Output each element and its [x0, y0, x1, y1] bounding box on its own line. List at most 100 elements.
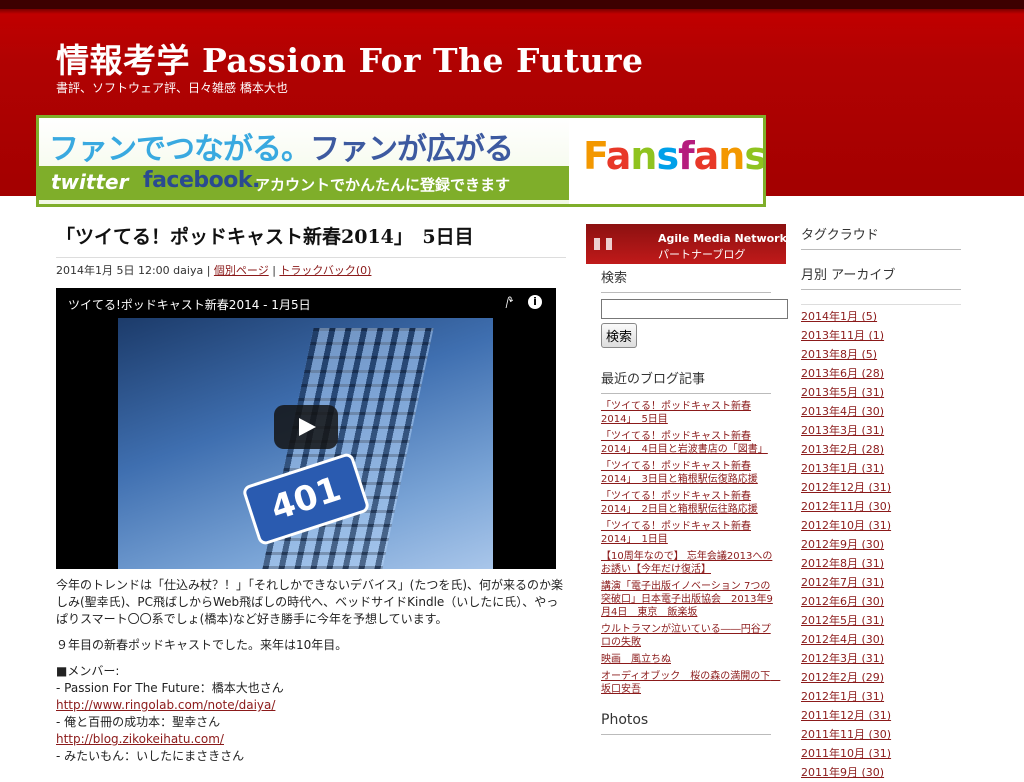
sidebar-primary: Agile Media Network パートナーブログ 検索 検索 最近のブロ…: [586, 224, 788, 741]
recent-post-link[interactable]: ウルトラマンが泣いている――円谷プロの失敗: [601, 624, 771, 648]
logo-letter: a: [605, 134, 632, 178]
archive-link[interactable]: 2012年1月 (31): [801, 690, 884, 703]
archive-link[interactable]: 2012年9月 (30): [801, 538, 884, 551]
agile-media-network-badge[interactable]: Agile Media Network パートナーブログ: [586, 224, 787, 264]
archive-link[interactable]: 2012年5月 (31): [801, 614, 884, 627]
member-link[interactable]: http://blog.zikokeihatu.com/: [56, 732, 224, 746]
archive-link[interactable]: 2012年11月 (30): [801, 500, 891, 513]
recent-post-link[interactable]: 「ツイてる！ポッドキャスト新春2014」 2日目と箱根駅伝往路応援: [601, 491, 758, 515]
list-item: 2013年11月 (1): [801, 326, 961, 345]
list-item: 2012年2月 (29): [801, 668, 961, 687]
list-item: 「ツイてる！ポッドキャスト新春2014」 3日目と箱根駅伝復路応援: [601, 460, 773, 486]
recent-post-link[interactable]: 「ツイてる！ポッドキャスト新春2014」 3日目と箱根駅伝復路応援: [601, 461, 758, 485]
archive-link[interactable]: 2014年1月 (5): [801, 310, 877, 323]
banner-right: Fansfans: [569, 118, 763, 204]
list-item: オーディオブック 桜の森の満開の下 坂口安吾: [601, 670, 780, 696]
list-item: ウルトラマンが泣いている――円谷プロの失敗: [601, 623, 773, 649]
list-item: 2013年1月 (31): [801, 459, 961, 478]
archive-link[interactable]: 2013年1月 (31): [801, 462, 884, 475]
share-icon[interactable]: ⭚: [505, 294, 514, 312]
post-meta: 2014年1月 5日 12:00 daiya | 個別ページ | トラックバック…: [56, 262, 566, 278]
archive-list: 2014年1月 (5) 2013年11月 (1) 2013年8月 (5) 201…: [801, 304, 961, 782]
fansfans-banner-ad[interactable]: ファンでつながる。ファンが広がる twitter facebook. アカウント…: [36, 115, 766, 207]
info-icon[interactable]: i: [528, 295, 542, 309]
recent-post-link[interactable]: 【10周年なので】 忘年会議2013へのお誘い【今年だけ復活】: [601, 551, 772, 575]
trackback-link[interactable]: トラックバック(0): [279, 264, 371, 277]
recent-post-link[interactable]: 「ツイてる！ポッドキャスト新春2014」 5日目: [601, 401, 751, 425]
search-button[interactable]: 検索: [601, 323, 638, 348]
list-item: 映画 風立ちぬ: [601, 653, 773, 666]
list-item: 2013年5月 (31): [801, 383, 961, 402]
video-title[interactable]: ツイてる!ポッドキャスト新春2014 - 1月5日: [68, 296, 311, 313]
list-item: 2013年8月 (5): [801, 345, 961, 364]
list-item: 「ツイてる！ポッドキャスト新春2014」 1日目: [601, 520, 773, 546]
recent-post-link[interactable]: 「ツイてる！ポッドキャスト新春2014」 4日目と岩波書店の「図書」: [601, 431, 768, 455]
recent-post-link[interactable]: 講演「電子出版イノベーション 7つの突破口」日本電子出版協会 2013年9月4日…: [601, 581, 773, 618]
member-line: - Passion For The Future：橋本大也さん: [56, 681, 284, 695]
archive-link[interactable]: 2012年2月 (29): [801, 671, 884, 684]
archive-link[interactable]: 2012年10月 (31): [801, 519, 891, 532]
recent-post-link[interactable]: 「ツイてる！ポッドキャスト新春2014」 1日目: [601, 521, 751, 545]
archive-link[interactable]: 2013年3月 (31): [801, 424, 884, 437]
list-item: 2011年9月 (30): [801, 763, 961, 782]
amn-subtitle: パートナーブログ: [658, 248, 746, 261]
site-title[interactable]: 情報考学 Passion For The Future: [56, 34, 644, 82]
archive-link[interactable]: 2013年4月 (30): [801, 405, 884, 418]
main-content: 「ツイてる！ポッドキャスト新春2014」 5日目 2014年1月 5日 12:0…: [56, 222, 566, 763]
banner-subline: アカウントでかんたんに登録できます: [255, 176, 511, 194]
post-paragraph: ９年目の新春ポッドキャストでした。来年は10年目。: [56, 638, 348, 652]
recent-post-link[interactable]: オーディオブック 桜の森の満開の下 坂口安吾: [601, 671, 780, 695]
list-item: 「ツイてる！ポッドキャスト新春2014」 4日目と岩波書店の「図書」: [601, 430, 773, 456]
facebook-logo-text: facebook.: [143, 168, 260, 193]
archive-link[interactable]: 2013年8月 (5): [801, 348, 877, 361]
archive-link[interactable]: 2012年8月 (31): [801, 557, 884, 570]
list-item: 2012年9月 (30): [801, 535, 961, 554]
archive-link[interactable]: 2011年11月 (30): [801, 728, 891, 741]
search-input[interactable]: [601, 299, 788, 319]
list-item: 「ツイてる！ポッドキャスト新春2014」 2日目と箱根駅伝往路応援: [601, 490, 773, 516]
list-item: 「ツイてる！ポッドキャスト新春2014」 5日目: [601, 400, 773, 426]
archive-link[interactable]: 2012年7月 (31): [801, 576, 884, 589]
list-item: 2013年6月 (28): [801, 364, 961, 383]
archive-link[interactable]: 2012年6月 (30): [801, 595, 884, 608]
logo-letter: F: [583, 134, 607, 178]
list-item: 2011年12月 (31): [801, 706, 961, 725]
archive-link[interactable]: 2013年6月 (28): [801, 367, 884, 380]
list-item: 2012年6月 (30): [801, 592, 961, 611]
youtube-embed[interactable]: 401 ツイてる!ポッドキャスト新春2014 - 1月5日 ⭚ i: [56, 288, 556, 569]
list-item: 2013年4月 (30): [801, 402, 961, 421]
sidebar-secondary: タグクラウド 月別 アーカイブ 2014年1月 (5) 2013年11月 (1)…: [801, 224, 961, 782]
list-item: 2012年4月 (30): [801, 630, 961, 649]
photos-heading: Photos: [601, 712, 771, 735]
archive-link[interactable]: 2012年4月 (30): [801, 633, 884, 646]
fansfans-logo: Fansfans: [583, 134, 766, 178]
recent-post-link[interactable]: 映画 風立ちぬ: [601, 654, 671, 665]
list-item: 2012年7月 (31): [801, 573, 961, 592]
recent-posts-list: 「ツイてる！ポッドキャスト新春2014」 5日目 「ツイてる！ポッドキャスト新春…: [601, 400, 780, 696]
list-item: 2012年10月 (31): [801, 516, 961, 535]
logo-letter: s: [656, 134, 679, 178]
play-button[interactable]: [274, 405, 338, 449]
banner-headline-b: ファンが広がる: [310, 132, 514, 167]
list-item: 講演「電子出版イノベーション 7つの突破口」日本電子出版協会 2013年9月4日…: [601, 580, 773, 619]
list-item: 2012年12月 (31): [801, 478, 961, 497]
post-title[interactable]: 「ツイてる！ポッドキャスト新春2014」 5日目: [56, 222, 566, 258]
list-item: 2012年11月 (30): [801, 497, 961, 516]
archive-link[interactable]: 2013年11月 (1): [801, 329, 884, 342]
post-body: 今年のトレンドは「仕込み杖？！」「それしかできないデバイス」(たつを氏)、何が来…: [56, 577, 568, 765]
member-link[interactable]: http://www.ringolab.com/note/daiya/: [56, 698, 275, 712]
archive-link[interactable]: 2012年12月 (31): [801, 481, 891, 494]
archive-link[interactable]: 2013年5月 (31): [801, 386, 884, 399]
banner-headline: ファンでつながる。ファンが広がる: [49, 124, 514, 168]
archive-link[interactable]: 2013年2月 (28): [801, 443, 884, 456]
archive-link[interactable]: 2012年3月 (31): [801, 652, 884, 665]
permalink-link[interactable]: 個別ページ: [214, 264, 269, 277]
logo-letter: s: [744, 134, 766, 178]
logo-letter: n: [718, 134, 745, 178]
archive-link[interactable]: 2011年10月 (31): [801, 747, 891, 760]
tagcloud-heading: タグクラウド: [801, 224, 961, 250]
site-header: 情報考学 Passion For The Future 書評、ソフトウェア評、日…: [0, 0, 1024, 207]
archive-link[interactable]: 2011年12月 (31): [801, 709, 891, 722]
list-item: 2013年3月 (31): [801, 421, 961, 440]
search-heading: 検索: [601, 267, 771, 293]
